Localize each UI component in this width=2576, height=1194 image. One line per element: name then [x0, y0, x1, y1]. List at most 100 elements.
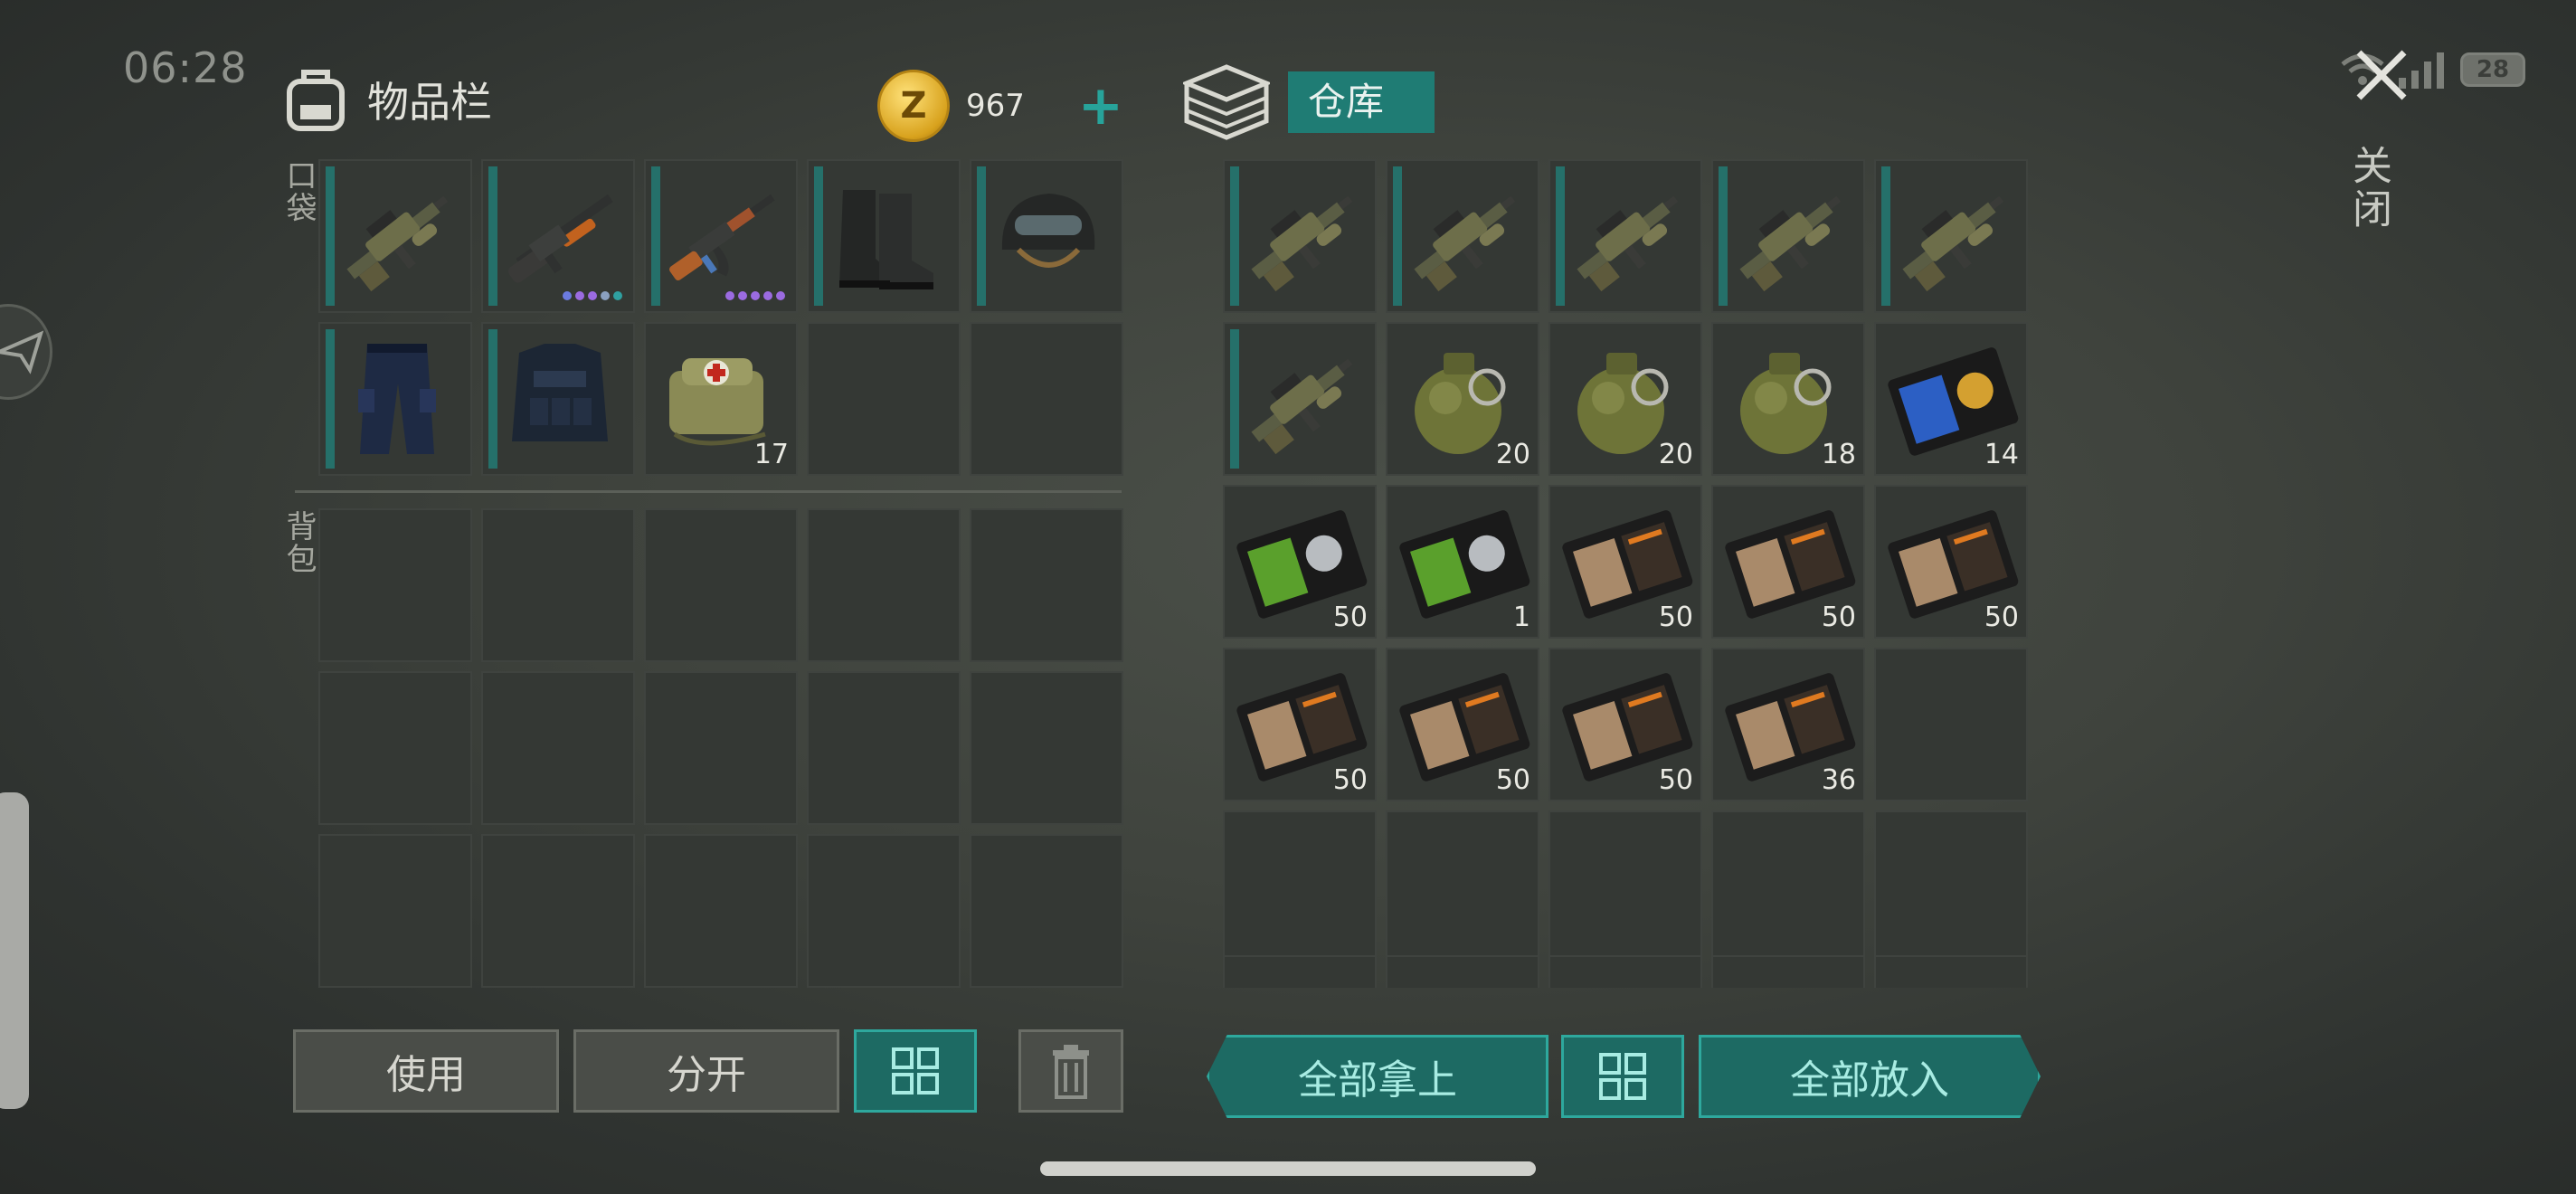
use-button[interactable]: 使用 — [293, 1029, 559, 1113]
pocket-slot[interactable] — [807, 159, 961, 313]
backpack-slot-empty[interactable] — [644, 834, 798, 988]
backpack-slot-empty[interactable] — [481, 834, 635, 988]
warehouse-slot[interactable]: 36 — [1711, 648, 1865, 801]
backpack-slot-empty[interactable] — [970, 834, 1123, 988]
backpack-slot-empty[interactable] — [970, 508, 1123, 662]
backpack-slot-empty[interactable] — [481, 508, 635, 662]
boots-icon — [819, 172, 952, 304]
pocket-slot-empty[interactable] — [970, 322, 1123, 476]
warehouse-slot[interactable] — [1711, 159, 1865, 313]
item-quantity: 50 — [1495, 764, 1530, 796]
send-icon — [0, 330, 44, 374]
backpack-icon — [287, 70, 345, 131]
warehouse-slot[interactable]: 20 — [1386, 322, 1539, 476]
rarity-dot — [613, 291, 622, 300]
rarity-dot — [563, 291, 572, 300]
backpack-slot-empty[interactable] — [318, 834, 472, 988]
close-label[interactable]: 关闭 — [2339, 145, 2397, 232]
item-quantity: 20 — [1658, 439, 1693, 470]
pocket-slot[interactable]: 17 — [644, 322, 798, 476]
close-icon[interactable] — [2350, 43, 2413, 107]
pocket-slot-empty[interactable] — [807, 322, 961, 476]
pocket-slot[interactable] — [318, 159, 472, 313]
grid-sort-icon — [892, 1047, 939, 1094]
backpack-slot-empty[interactable] — [481, 671, 635, 825]
backpack-slot-empty[interactable] — [318, 508, 472, 662]
take-all-button[interactable]: 全部拿上 — [1207, 1035, 1548, 1118]
assault-rifle-icon — [657, 172, 789, 304]
warehouse-slot[interactable]: 50 — [1874, 485, 2028, 639]
pocket-slot[interactable] — [644, 159, 798, 313]
warehouse-title: 仓库 — [1288, 71, 1435, 133]
warehouse-slot-empty[interactable] — [1874, 810, 2028, 964]
green-id-badge-icon — [1398, 498, 1530, 630]
warehouse-slot[interactable]: 50 — [1548, 485, 1702, 639]
warehouse-slot-empty[interactable] — [1711, 810, 1865, 964]
pocket-slot[interactable] — [970, 159, 1123, 313]
backpack-slot-empty[interactable] — [807, 834, 961, 988]
side-panel-tab[interactable] — [0, 792, 29, 1109]
warehouse-slot[interactable]: 1 — [1386, 485, 1539, 639]
warehouse-slot-empty[interactable] — [1223, 810, 1377, 964]
rarity-dot — [601, 291, 610, 300]
grenade-launcher-rifle-icon — [1236, 172, 1368, 304]
warehouse-slot[interactable]: 50 — [1386, 648, 1539, 801]
pocket-slot[interactable] — [481, 322, 635, 476]
item-quantity: 50 — [1658, 602, 1693, 633]
backpack-slot-empty[interactable] — [970, 671, 1123, 825]
warehouse-slot-empty[interactable] — [1548, 810, 1702, 964]
rarity-dot — [776, 291, 785, 300]
backpack-label: 背包 — [280, 510, 317, 575]
backpack-slot-empty[interactable] — [807, 508, 961, 662]
pocket-slot[interactable] — [481, 159, 635, 313]
split-button[interactable]: 分开 — [573, 1029, 839, 1113]
warehouse-slot[interactable] — [1386, 159, 1539, 313]
inventory-title: 物品栏 — [367, 78, 492, 127]
warehouse-slot[interactable] — [1223, 159, 1377, 313]
rarity-dot — [763, 291, 772, 300]
warehouse-slot-empty[interactable] — [1874, 955, 2028, 988]
warehouse-slot[interactable]: 20 — [1548, 322, 1702, 476]
warehouse-slot[interactable] — [1874, 159, 2028, 313]
add-coins-button[interactable]: + — [1078, 79, 1123, 133]
warehouse-slot[interactable]: 50 — [1223, 648, 1377, 801]
grenade-launcher-rifle-icon — [1887, 172, 2019, 304]
warehouse-slot[interactable]: 18 — [1711, 322, 1865, 476]
rarity-dot — [575, 291, 584, 300]
warehouse-slot-empty[interactable] — [1386, 955, 1539, 988]
warehouse-slot[interactable]: 50 — [1223, 485, 1377, 639]
grenade-launcher-rifle-icon — [1561, 172, 1693, 304]
home-indicator[interactable] — [1040, 1161, 1536, 1176]
warehouse-slot[interactable] — [1548, 159, 1702, 313]
warehouse-slot-empty[interactable] — [1386, 810, 1539, 964]
pocket-slot[interactable] — [318, 322, 472, 476]
pocket-grid: 17 — [318, 159, 1123, 476]
warehouse-slot-empty[interactable] — [1548, 955, 1702, 988]
sort-warehouse-button[interactable] — [1561, 1035, 1684, 1118]
backpack-slot-empty[interactable] — [644, 671, 798, 825]
trash-button[interactable] — [1018, 1029, 1123, 1113]
warehouse-slot-empty[interactable] — [1223, 955, 1377, 988]
warehouse-slot[interactable] — [1223, 322, 1377, 476]
warehouse-slot-empty[interactable] — [1711, 955, 1865, 988]
item-quantity: 17 — [753, 439, 789, 470]
section-divider — [295, 490, 1122, 493]
grenade-launcher-rifle-icon — [1724, 172, 1856, 304]
inventory-header: 物品栏 — [282, 65, 492, 134]
clock: 06:28 — [123, 43, 248, 92]
grenade-launcher-rifle-icon — [1398, 172, 1530, 304]
put-all-button[interactable]: 全部放入 — [1699, 1035, 2041, 1118]
grenade-launcher-rifle-icon — [1236, 335, 1368, 467]
warehouse-slot-empty[interactable] — [1874, 648, 2028, 801]
warehouse-slot[interactable]: 14 — [1874, 322, 2028, 476]
backpack-slot-empty[interactable] — [318, 671, 472, 825]
side-menu-handle[interactable] — [0, 304, 52, 400]
backpack-slot-empty[interactable] — [644, 508, 798, 662]
warehouse-slot[interactable]: 50 — [1711, 485, 1865, 639]
backpack-grid — [318, 508, 1123, 988]
vest-icon — [494, 335, 626, 467]
item-quantity: 20 — [1495, 439, 1530, 470]
backpack-slot-empty[interactable] — [807, 671, 961, 825]
warehouse-slot[interactable]: 50 — [1548, 648, 1702, 801]
sort-inventory-button[interactable] — [854, 1029, 977, 1113]
